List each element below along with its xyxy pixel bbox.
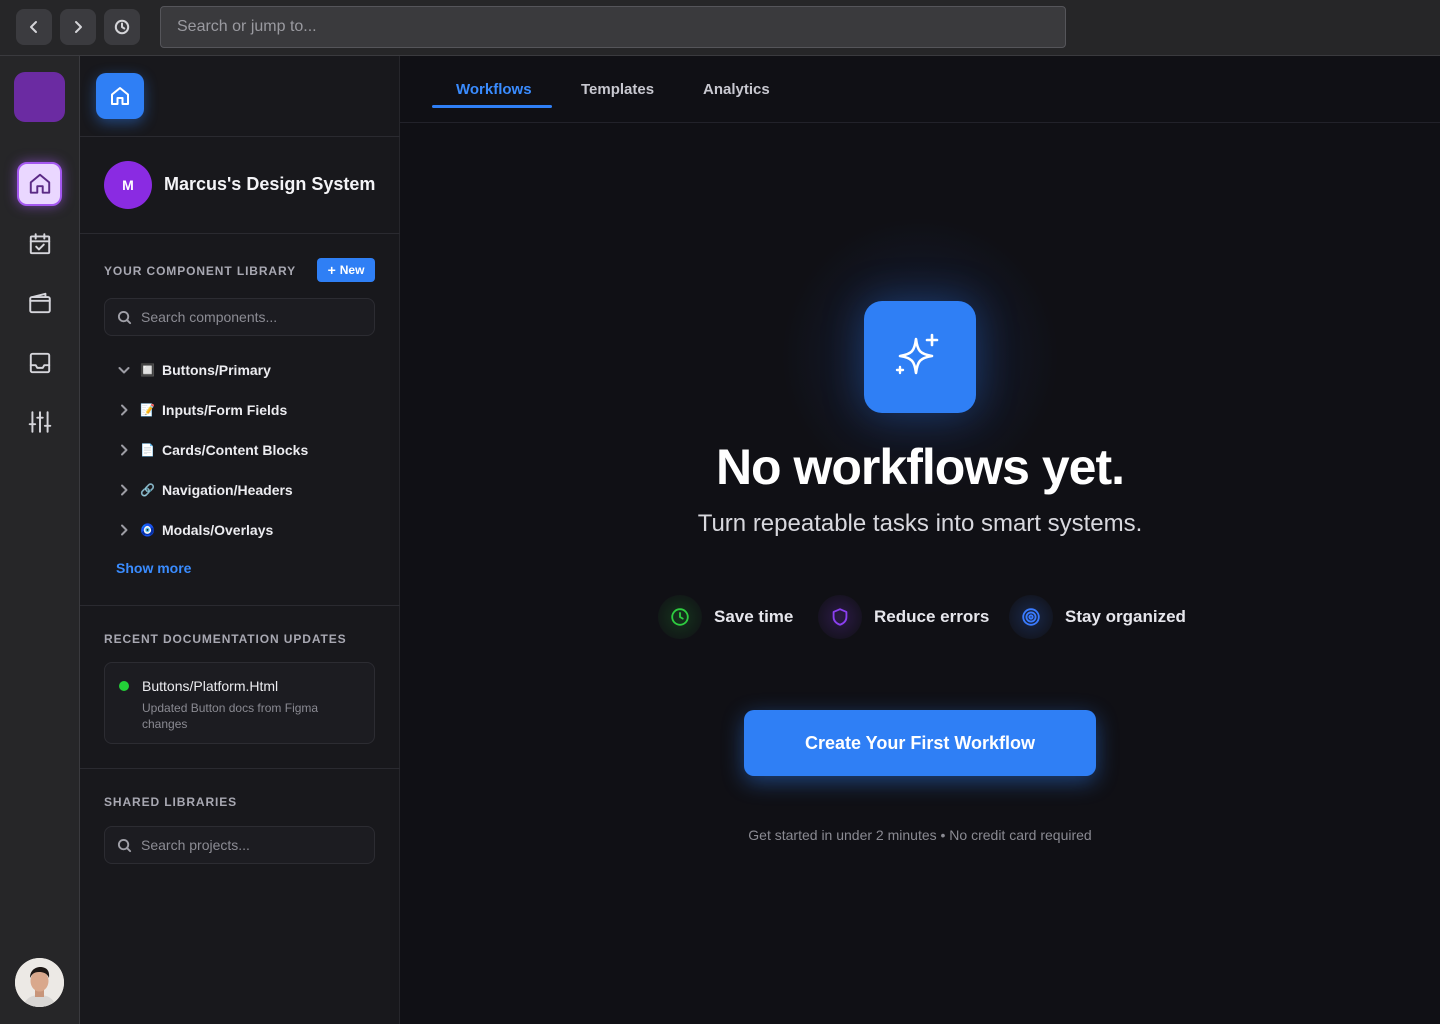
- library-item-emoji: 📝: [140, 403, 155, 417]
- library-item-buttons[interactable]: 🔲 Buttons/Primary: [116, 358, 271, 382]
- main-content: Workflows Templates Analytics No workflo…: [400, 56, 1440, 1024]
- clock-icon: [658, 595, 702, 639]
- user-avatar[interactable]: [15, 958, 64, 1007]
- target-icon: [1009, 595, 1053, 639]
- chevron-right-icon: [75, 21, 82, 33]
- side-panel: M Marcus's Design System YOUR COMPONENT …: [80, 56, 400, 1024]
- divider: [80, 233, 400, 234]
- documentation-update-card[interactable]: Buttons/Platform.Html Updated Button doc…: [104, 662, 375, 744]
- rail-item-home[interactable]: [17, 162, 62, 206]
- empty-state-subtitle: Turn repeatable tasks into smart systems…: [697, 510, 1143, 537]
- forward-button[interactable]: [60, 9, 96, 45]
- wallet-icon: [28, 292, 51, 314]
- divider: [80, 605, 400, 606]
- feature-reduce-errors: Reduce errors: [818, 595, 989, 639]
- library-item-emoji: 🔗: [140, 483, 155, 497]
- library-item-emoji: 🧿: [140, 523, 155, 537]
- chevron-right-icon[interactable]: [116, 482, 132, 498]
- sparkle-badge: [864, 301, 976, 413]
- back-button[interactable]: [16, 9, 52, 45]
- tab-bar: Workflows Templates Analytics: [400, 56, 1440, 123]
- top-bar: Search or jump to...: [0, 0, 1440, 56]
- user-photo: [15, 958, 64, 1007]
- component-search-input[interactable]: Search components...: [104, 298, 375, 336]
- status-dot: [119, 681, 129, 691]
- library-item-label: Inputs/Form Fields: [162, 402, 288, 418]
- component-library-title: YOUR COMPONENT LIBRARY: [104, 264, 297, 278]
- component-search-placeholder: Search components...: [141, 309, 278, 325]
- tab-analytics[interactable]: Analytics: [703, 81, 770, 98]
- documentation-update-title: Buttons/Platform.Html: [142, 678, 279, 694]
- rail-item-wallet[interactable]: [17, 281, 62, 325]
- active-tab-indicator: [432, 105, 552, 108]
- divider: [80, 768, 400, 769]
- sliders-icon: [28, 411, 51, 433]
- chevron-down-icon[interactable]: [116, 362, 132, 378]
- rail-item-inbox[interactable]: [17, 341, 62, 385]
- library-item-label: Modals/Overlays: [162, 522, 274, 538]
- home-icon: [29, 173, 50, 194]
- app-logo[interactable]: [14, 72, 65, 122]
- shared-libraries-title: SHARED LIBRARIES: [104, 795, 238, 809]
- chevron-right-icon[interactable]: [116, 402, 132, 418]
- tab-templates[interactable]: Templates: [581, 81, 654, 98]
- feature-label: Stay organized: [1065, 607, 1186, 626]
- feature-stay-organized: Stay organized: [1009, 595, 1186, 639]
- cta-note: Get started in under 2 minutes • No cred…: [748, 827, 1092, 843]
- sparkle-icon: [895, 333, 939, 375]
- feature-label: Save time: [714, 607, 794, 626]
- panel-home-button[interactable]: [96, 73, 144, 119]
- home-icon: [111, 87, 129, 105]
- project-search-placeholder: Search projects...: [141, 837, 250, 853]
- search-icon: [117, 310, 132, 324]
- plus-icon: +: [327, 262, 336, 278]
- new-button-label: New: [339, 263, 365, 277]
- inbox-icon: [29, 352, 50, 374]
- calendar-check-icon: [29, 233, 50, 255]
- tab-workflows[interactable]: Workflows: [456, 81, 532, 98]
- documentation-updates-title: RECENT DOCUMENTATION UPDATES: [104, 632, 347, 646]
- feature-save-time: Save time: [658, 595, 793, 639]
- library-item-label: Navigation/Headers: [162, 482, 293, 498]
- icon-rail: [0, 56, 80, 1024]
- library-item-navigation[interactable]: 🔗 Navigation/Headers: [116, 478, 293, 502]
- library-item-inputs[interactable]: 📝 Inputs/Form Fields: [116, 398, 287, 422]
- history-button[interactable]: [104, 9, 140, 45]
- library-item-modals[interactable]: 🧿 Modals/Overlays: [116, 518, 273, 542]
- divider: [80, 136, 400, 137]
- library-item-label: Buttons/Primary: [162, 362, 271, 378]
- library-item-cards[interactable]: 📄 Cards/Content Blocks: [116, 438, 308, 462]
- rail-item-calendar[interactable]: [17, 222, 62, 266]
- library-item-label: Cards/Content Blocks: [162, 442, 309, 458]
- project-search-input[interactable]: Search projects...: [104, 826, 375, 864]
- shield-icon: [818, 595, 862, 639]
- library-item-emoji: 🔲: [140, 363, 155, 377]
- library-item-emoji: 📄: [140, 443, 155, 457]
- new-component-button[interactable]: + New: [317, 258, 375, 282]
- feature-label: Reduce errors: [874, 607, 990, 626]
- clock-icon: [114, 19, 130, 35]
- workspace-name[interactable]: Marcus's Design System: [164, 174, 376, 195]
- chevron-right-icon[interactable]: [116, 442, 132, 458]
- global-search-input[interactable]: Search or jump to...: [160, 6, 1066, 48]
- create-first-workflow-button[interactable]: Create Your First Workflow: [744, 710, 1096, 776]
- global-search-placeholder: Search or jump to...: [177, 18, 317, 35]
- search-icon: [117, 838, 132, 852]
- show-more-link[interactable]: Show more: [116, 560, 191, 576]
- empty-state-title: No workflows yet.: [715, 439, 1125, 495]
- rail-item-settings[interactable]: [17, 400, 62, 444]
- chevron-right-icon[interactable]: [116, 522, 132, 538]
- workspace-avatar[interactable]: M: [104, 161, 152, 209]
- documentation-update-description: Updated Button docs from Figma changes: [142, 701, 319, 731]
- chevron-left-icon: [30, 21, 37, 33]
